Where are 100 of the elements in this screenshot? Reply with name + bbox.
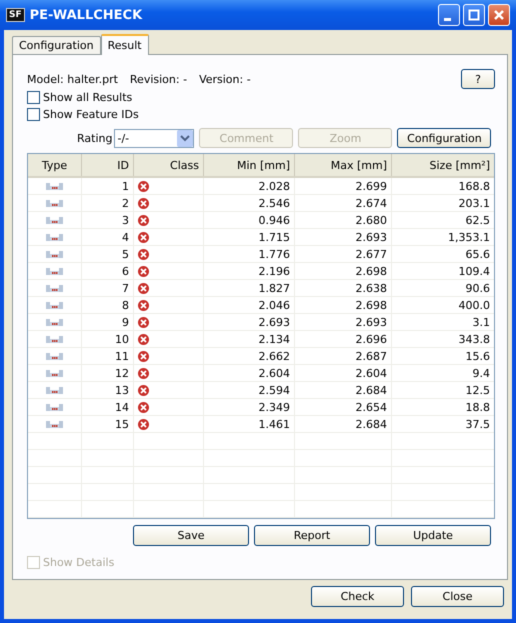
error-icon [138, 180, 149, 192]
table-cell: 15 [82, 416, 134, 432]
tab[interactable]: Result [100, 34, 149, 55]
minimize-icon [444, 18, 450, 20]
close-button[interactable] [488, 4, 510, 26]
action-button[interactable]: Report [254, 525, 370, 546]
rating-dropdown[interactable]: -/- [114, 128, 194, 148]
table-cell: 2 [82, 195, 134, 212]
table-cell: 2.699 [295, 178, 392, 194]
table-cell: 12 [82, 365, 134, 382]
table-cell: 2.674 [295, 195, 392, 212]
table-cell: 1.715 [204, 229, 295, 246]
dialog-button[interactable]: Close [411, 586, 504, 607]
table-cell: 1.461 [204, 416, 295, 432]
version-label: Version: - [199, 72, 251, 86]
action-button[interactable]: Update [375, 525, 491, 546]
wall-type-icon [46, 216, 63, 224]
checkbox-label: Show Details [43, 556, 114, 570]
table-cell-text: 400.0 [458, 298, 491, 314]
error-icon [138, 418, 149, 430]
wall-type-icon [46, 284, 63, 292]
checkbox[interactable] [27, 108, 40, 120]
minimize-button[interactable] [438, 4, 460, 26]
table-cell-text: 12.5 [464, 382, 491, 398]
rating-label: Rating [77, 132, 112, 145]
help-button[interactable]: ? [461, 69, 495, 89]
table-cell: 9 [82, 314, 134, 330]
checkbox-label: Show all Results [43, 90, 132, 104]
action-button[interactable]: Save [133, 525, 249, 546]
wall-type-icon [46, 370, 63, 377]
checkbox-label: Show Feature IDs [43, 108, 139, 120]
window-title: PE-WALLCHECK [30, 8, 144, 22]
maximize-icon [468, 9, 480, 21]
wall-type-icon [46, 302, 63, 309]
column-header[interactable]: Class [134, 154, 204, 176]
table-cell: 2.349 [204, 399, 295, 416]
wall-type-icon [46, 318, 63, 326]
table-cell: 2.196 [204, 263, 295, 280]
table-cell-text: 9.4 [472, 366, 491, 382]
table-cell-text: 343.8 [458, 332, 491, 348]
column-header[interactable]: Type [28, 154, 82, 176]
column-header[interactable]: Min [mm] [204, 154, 295, 176]
table-cell: 6 [82, 263, 134, 280]
column-header[interactable]: ID [82, 154, 134, 176]
table-cell: 10 [82, 331, 134, 348]
table-cell: 2.604 [204, 365, 295, 382]
error-icon [138, 232, 149, 243]
error-icon [138, 402, 149, 413]
error-icon [138, 300, 149, 311]
table-cell: 2.693 [204, 314, 295, 330]
table-cell-text: 203.1 [458, 196, 491, 212]
table-cell: 2.654 [295, 399, 392, 416]
table-cell: 1.827 [204, 280, 295, 296]
table-cell: 2.693 [295, 314, 392, 330]
table-cell: 2.638 [295, 280, 392, 296]
wall-type-icon [46, 420, 63, 428]
error-icon [138, 198, 149, 209]
table-cell: 2.687 [295, 348, 392, 364]
table-cell: 1.776 [204, 246, 295, 262]
wall-type-icon [46, 352, 63, 360]
table-cell-text: 18.8 [464, 400, 491, 416]
table-cell: 0.946 [204, 212, 295, 228]
wall-type-icon [46, 182, 63, 190]
table-cell: 1 [82, 178, 134, 194]
close-icon [493, 9, 505, 21]
column-header[interactable]: Size [mm²] [392, 154, 494, 176]
error-icon [138, 266, 149, 277]
table-cell: 7 [82, 280, 134, 296]
table-cell: 2.594 [204, 382, 295, 398]
error-icon [138, 384, 149, 396]
error-icon [138, 282, 149, 294]
wall-type-icon [46, 404, 63, 411]
table-cell-text: 1,353.1 [447, 230, 491, 246]
wall-type-icon [46, 336, 63, 343]
table-cell: 2.046 [204, 297, 295, 314]
wall-type-icon [46, 250, 63, 258]
revision-label: Revision: - [130, 72, 188, 86]
toolbar-button[interactable]: Configuration [397, 128, 492, 148]
table-cell-text: 3.1 [472, 314, 491, 330]
table-cell: 2.698 [295, 263, 392, 280]
column-header[interactable]: Max [mm] [295, 154, 392, 176]
table-cell: 2.677 [295, 246, 392, 262]
dialog-button[interactable]: Check [311, 586, 404, 607]
tab[interactable]: Configuration [12, 36, 101, 54]
table-cell: 2.546 [204, 195, 295, 212]
checkbox[interactable] [27, 90, 40, 104]
table-cell: 2.684 [295, 416, 392, 432]
error-icon [138, 316, 149, 328]
table-cell-text: 62.5 [464, 212, 491, 228]
error-icon [138, 368, 149, 379]
table-cell: 3 [82, 212, 134, 228]
error-icon [138, 248, 149, 260]
table-cell-text: 37.5 [464, 416, 491, 432]
table-cell-text: 90.6 [464, 280, 491, 296]
maximize-button[interactable] [463, 4, 485, 26]
error-icon [138, 214, 149, 226]
table-cell: 2.662 [204, 348, 295, 364]
table-cell: 5 [82, 246, 134, 262]
error-icon [138, 334, 149, 345]
wall-type-icon [46, 386, 63, 394]
